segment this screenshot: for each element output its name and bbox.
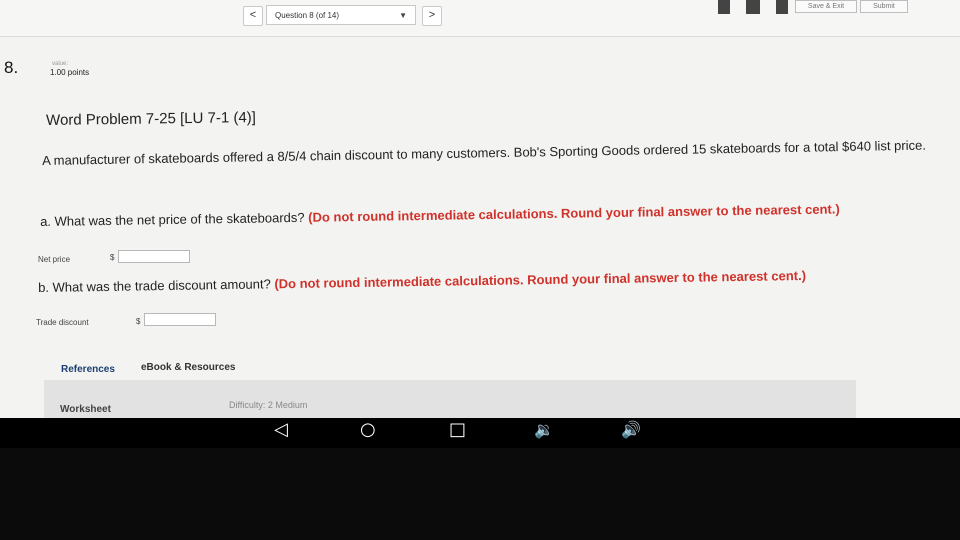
android-nav-bar — [0, 418, 960, 448]
problem-title: Word Problem 7-25 [LU 7-1 (4)] — [46, 109, 257, 129]
difficulty-label: Difficulty: 2 Medium — [229, 400, 308, 410]
tab-ebook-resources[interactable]: eBook & Resources — [141, 362, 235, 373]
next-question-button[interactable]: > — [422, 6, 442, 26]
browser-screen: < Question 8 (of 14) ▼ > Save & Exit Sub… — [0, 0, 960, 418]
references-panel — [44, 380, 856, 418]
problem-prompt: A manufacturer of skateboards offered a … — [42, 137, 927, 168]
back-triangle-icon[interactable]: ◁ — [274, 420, 288, 440]
worksheet-link[interactable]: Worksheet — [60, 404, 111, 415]
trade-discount-currency: $ — [136, 317, 141, 326]
home-circle-icon[interactable]: ○ — [360, 420, 376, 440]
part-b-warning: (Do not round intermediate calculations.… — [274, 267, 807, 292]
points-value: 1.00 points — [50, 68, 90, 77]
chevron-down-icon: ▼ — [399, 11, 407, 20]
volume-up-icon[interactable]: 🔊 — [621, 420, 641, 440]
value-label: value: — [52, 61, 69, 67]
save-exit-button[interactable]: Save & Exit — [795, 0, 857, 13]
document-icon[interactable] — [776, 0, 788, 14]
question-select-label: Question 8 (of 14) — [275, 11, 340, 20]
part-a-question: a. What was the net price of the skatebo… — [40, 201, 840, 229]
question-nav-bar: < Question 8 (of 14) ▼ > Save & Exit Sub… — [0, 0, 960, 37]
recents-square-icon[interactable]: □ — [449, 420, 466, 440]
question-number: 8. — [4, 58, 19, 77]
prev-question-button[interactable]: < — [243, 6, 263, 26]
part-b-question: b. What was the trade discount amount? (… — [38, 268, 806, 295]
trade-discount-input[interactable] — [144, 313, 216, 326]
part-a-warning: (Do not round intermediate calculations.… — [308, 201, 840, 225]
net-price-currency: $ — [110, 253, 115, 262]
question-select[interactable]: Question 8 (of 14) ▼ — [266, 5, 416, 25]
print-icon[interactable] — [718, 0, 730, 14]
part-a-text: a. What was the net price of the skatebo… — [40, 209, 305, 229]
part-b-text: b. What was the trade discount amount? — [38, 276, 271, 295]
tab-references[interactable]: References — [61, 364, 115, 375]
calculator-icon[interactable] — [746, 0, 760, 14]
net-price-label: Net price — [38, 255, 71, 264]
net-price-input[interactable] — [118, 250, 190, 263]
volume-down-icon[interactable]: 🔉 — [534, 420, 554, 440]
submit-button[interactable]: Submit — [860, 0, 908, 13]
trade-discount-label: Trade discount — [36, 318, 89, 327]
